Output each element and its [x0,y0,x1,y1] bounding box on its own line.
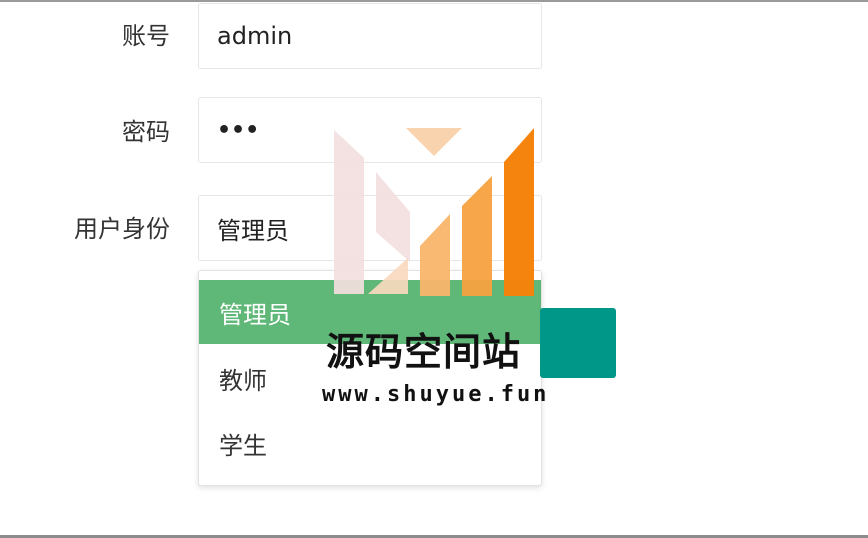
watermark-url: www.shuyue.fun [322,382,550,407]
role-select[interactable]: 管理员 [198,195,542,261]
account-label: 账号 [122,22,170,50]
role-dropdown-menu: 管理员 教师 学生 [198,270,542,486]
password-value: ••• [217,117,260,143]
role-select-value: 管理员 [217,216,289,245]
account-value: admin [217,22,293,50]
login-button[interactable] [540,308,616,378]
watermark-title: 源码空间站 [326,330,522,374]
password-input[interactable]: ••• [198,97,542,163]
top-border [0,0,868,2]
role-option-student[interactable]: 学生 [199,411,541,475]
role-label: 用户身份 [74,215,170,243]
account-input[interactable]: admin [198,3,542,69]
password-label: 密码 [122,118,170,146]
